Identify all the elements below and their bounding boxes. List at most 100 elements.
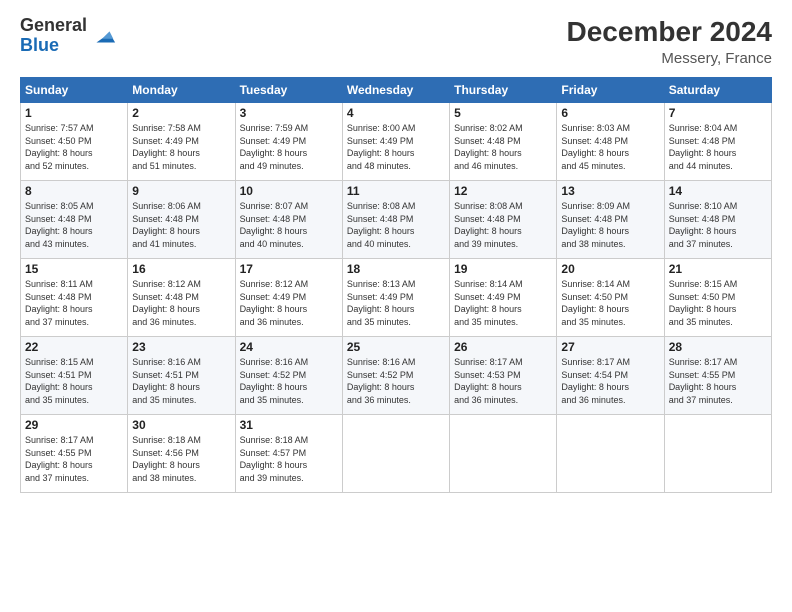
day-info: Sunrise: 8:17 AM Sunset: 4:55 PM Dayligh…: [25, 434, 123, 484]
table-row: [342, 415, 449, 493]
day-info: Sunrise: 8:03 AM Sunset: 4:48 PM Dayligh…: [561, 122, 659, 172]
table-row: 30Sunrise: 8:18 AM Sunset: 4:56 PM Dayli…: [128, 415, 235, 493]
title-block: December 2024 Messery, France: [567, 16, 772, 67]
day-number: 8: [25, 184, 123, 198]
day-info: Sunrise: 8:05 AM Sunset: 4:48 PM Dayligh…: [25, 200, 123, 250]
header: General Blue December 2024 Messery, Fran…: [20, 16, 772, 67]
day-number: 31: [240, 418, 338, 432]
day-info: Sunrise: 8:18 AM Sunset: 4:57 PM Dayligh…: [240, 434, 338, 484]
day-info: Sunrise: 8:17 AM Sunset: 4:53 PM Dayligh…: [454, 356, 552, 406]
table-row: 2 Sunrise: 7:58 AM Sunset: 4:49 PM Daylig…: [128, 103, 235, 181]
day-info: Sunrise: 8:11 AM Sunset: 4:48 PM Dayligh…: [25, 278, 123, 328]
day-info: Sunrise: 8:10 AM Sunset: 4:48 PM Dayligh…: [669, 200, 767, 250]
table-row: 5 Sunrise: 8:02 AM Sunset: 4:48 PM Daylig…: [450, 103, 557, 181]
day-info: Sunrise: 8:17 AM Sunset: 4:55 PM Dayligh…: [669, 356, 767, 406]
day-info: Sunrise: 8:00 AM Sunset: 4:49 PM Dayligh…: [347, 122, 445, 172]
table-row: 8 Sunrise: 8:05 AM Sunset: 4:48 PM Daylig…: [21, 181, 128, 259]
calendar-week-row: 22Sunrise: 8:15 AM Sunset: 4:51 PM Dayli…: [21, 337, 772, 415]
day-number: 30: [132, 418, 230, 432]
day-number: 15: [25, 262, 123, 276]
table-row: 25Sunrise: 8:16 AM Sunset: 4:52 PM Dayli…: [342, 337, 449, 415]
day-number: 24: [240, 340, 338, 354]
table-row: 28 Sunrise: 8:17 AM Sunset: 4:55 PM Dayli…: [664, 337, 771, 415]
table-row: 31 Sunrise: 8:18 AM Sunset: 4:57 PM Dayli…: [235, 415, 342, 493]
day-number: 10: [240, 184, 338, 198]
day-info: Sunrise: 8:09 AM Sunset: 4:48 PM Dayligh…: [561, 200, 659, 250]
day-number: 5: [454, 106, 552, 120]
table-row: 29Sunrise: 8:17 AM Sunset: 4:55 PM Dayli…: [21, 415, 128, 493]
table-row: 21 Sunrise: 8:15 AM Sunset: 4:50 PM Dayli…: [664, 259, 771, 337]
calendar-week-row: 8 Sunrise: 8:05 AM Sunset: 4:48 PM Daylig…: [21, 181, 772, 259]
calendar-title: December 2024: [567, 16, 772, 48]
col-tuesday: Tuesday: [235, 78, 342, 103]
day-info: Sunrise: 8:15 AM Sunset: 4:50 PM Dayligh…: [669, 278, 767, 328]
table-row: 4 Sunrise: 8:00 AM Sunset: 4:49 PM Daylig…: [342, 103, 449, 181]
day-number: 13: [561, 184, 659, 198]
day-info: Sunrise: 7:57 AM Sunset: 4:50 PM Dayligh…: [25, 122, 123, 172]
day-number: 16: [132, 262, 230, 276]
calendar-week-row: 1 Sunrise: 7:57 AM Sunset: 4:50 PM Daylig…: [21, 103, 772, 181]
day-number: 21: [669, 262, 767, 276]
day-number: 1: [25, 106, 123, 120]
calendar-week-row: 15 Sunrise: 8:11 AM Sunset: 4:48 PM Dayli…: [21, 259, 772, 337]
day-info: Sunrise: 8:17 AM Sunset: 4:54 PM Dayligh…: [561, 356, 659, 406]
day-number: 23: [132, 340, 230, 354]
day-info: Sunrise: 8:07 AM Sunset: 4:48 PM Dayligh…: [240, 200, 338, 250]
col-thursday: Thursday: [450, 78, 557, 103]
col-saturday: Saturday: [664, 78, 771, 103]
day-number: 6: [561, 106, 659, 120]
day-info: Sunrise: 8:16 AM Sunset: 4:52 PM Dayligh…: [240, 356, 338, 406]
table-row: 12 Sunrise: 8:08 AM Sunset: 4:48 PM Dayli…: [450, 181, 557, 259]
table-row: 24 Sunrise: 8:16 AM Sunset: 4:52 PM Dayli…: [235, 337, 342, 415]
calendar-header-row: Sunday Monday Tuesday Wednesday Thursday…: [21, 78, 772, 103]
day-number: 2: [132, 106, 230, 120]
table-row: 6 Sunrise: 8:03 AM Sunset: 4:48 PM Daylig…: [557, 103, 664, 181]
logo-text: General Blue: [20, 16, 87, 56]
day-number: 4: [347, 106, 445, 120]
table-row: 9 Sunrise: 8:06 AM Sunset: 4:48 PM Daylig…: [128, 181, 235, 259]
day-number: 11: [347, 184, 445, 198]
table-row: 19Sunrise: 8:14 AM Sunset: 4:49 PM Dayli…: [450, 259, 557, 337]
day-number: 22: [25, 340, 123, 354]
day-info: Sunrise: 8:06 AM Sunset: 4:48 PM Dayligh…: [132, 200, 230, 250]
day-number: 3: [240, 106, 338, 120]
table-row: 11 Sunrise: 8:08 AM Sunset: 4:48 PM Dayli…: [342, 181, 449, 259]
table-row: 18 Sunrise: 8:13 AM Sunset: 4:49 PM Dayli…: [342, 259, 449, 337]
day-info: Sunrise: 8:16 AM Sunset: 4:52 PM Dayligh…: [347, 356, 445, 406]
day-number: 9: [132, 184, 230, 198]
table-row: 1 Sunrise: 7:57 AM Sunset: 4:50 PM Daylig…: [21, 103, 128, 181]
day-number: 28: [669, 340, 767, 354]
table-row: 10 Sunrise: 8:07 AM Sunset: 4:48 PM Dayli…: [235, 181, 342, 259]
day-info: Sunrise: 8:08 AM Sunset: 4:48 PM Dayligh…: [454, 200, 552, 250]
table-row: 20 Sunrise: 8:14 AM Sunset: 4:50 PM Dayli…: [557, 259, 664, 337]
col-friday: Friday: [557, 78, 664, 103]
day-info: Sunrise: 7:58 AM Sunset: 4:49 PM Dayligh…: [132, 122, 230, 172]
calendar-table: Sunday Monday Tuesday Wednesday Thursday…: [20, 77, 772, 493]
table-row: 14 Sunrise: 8:10 AM Sunset: 4:48 PM Dayli…: [664, 181, 771, 259]
day-info: Sunrise: 8:02 AM Sunset: 4:48 PM Dayligh…: [454, 122, 552, 172]
calendar-page: General Blue December 2024 Messery, Fran…: [0, 0, 792, 612]
table-row: 22Sunrise: 8:15 AM Sunset: 4:51 PM Dayli…: [21, 337, 128, 415]
logo: General Blue: [20, 16, 117, 56]
table-row: [450, 415, 557, 493]
day-number: 12: [454, 184, 552, 198]
day-number: 20: [561, 262, 659, 276]
col-wednesday: Wednesday: [342, 78, 449, 103]
day-info: Sunrise: 8:12 AM Sunset: 4:49 PM Dayligh…: [240, 278, 338, 328]
day-info: Sunrise: 7:59 AM Sunset: 4:49 PM Dayligh…: [240, 122, 338, 172]
day-info: Sunrise: 8:12 AM Sunset: 4:48 PM Dayligh…: [132, 278, 230, 328]
table-row: 17Sunrise: 8:12 AM Sunset: 4:49 PM Dayli…: [235, 259, 342, 337]
day-number: 18: [347, 262, 445, 276]
table-row: [664, 415, 771, 493]
logo-icon: [89, 22, 117, 50]
col-sunday: Sunday: [21, 78, 128, 103]
table-row: 3 Sunrise: 7:59 AM Sunset: 4:49 PM Daylig…: [235, 103, 342, 181]
day-info: Sunrise: 8:16 AM Sunset: 4:51 PM Dayligh…: [132, 356, 230, 406]
day-info: Sunrise: 8:08 AM Sunset: 4:48 PM Dayligh…: [347, 200, 445, 250]
table-row: 16 Sunrise: 8:12 AM Sunset: 4:48 PM Dayli…: [128, 259, 235, 337]
day-number: 14: [669, 184, 767, 198]
table-row: 27 Sunrise: 8:17 AM Sunset: 4:54 PM Dayli…: [557, 337, 664, 415]
day-number: 27: [561, 340, 659, 354]
day-info: Sunrise: 8:13 AM Sunset: 4:49 PM Dayligh…: [347, 278, 445, 328]
day-info: Sunrise: 8:14 AM Sunset: 4:50 PM Dayligh…: [561, 278, 659, 328]
